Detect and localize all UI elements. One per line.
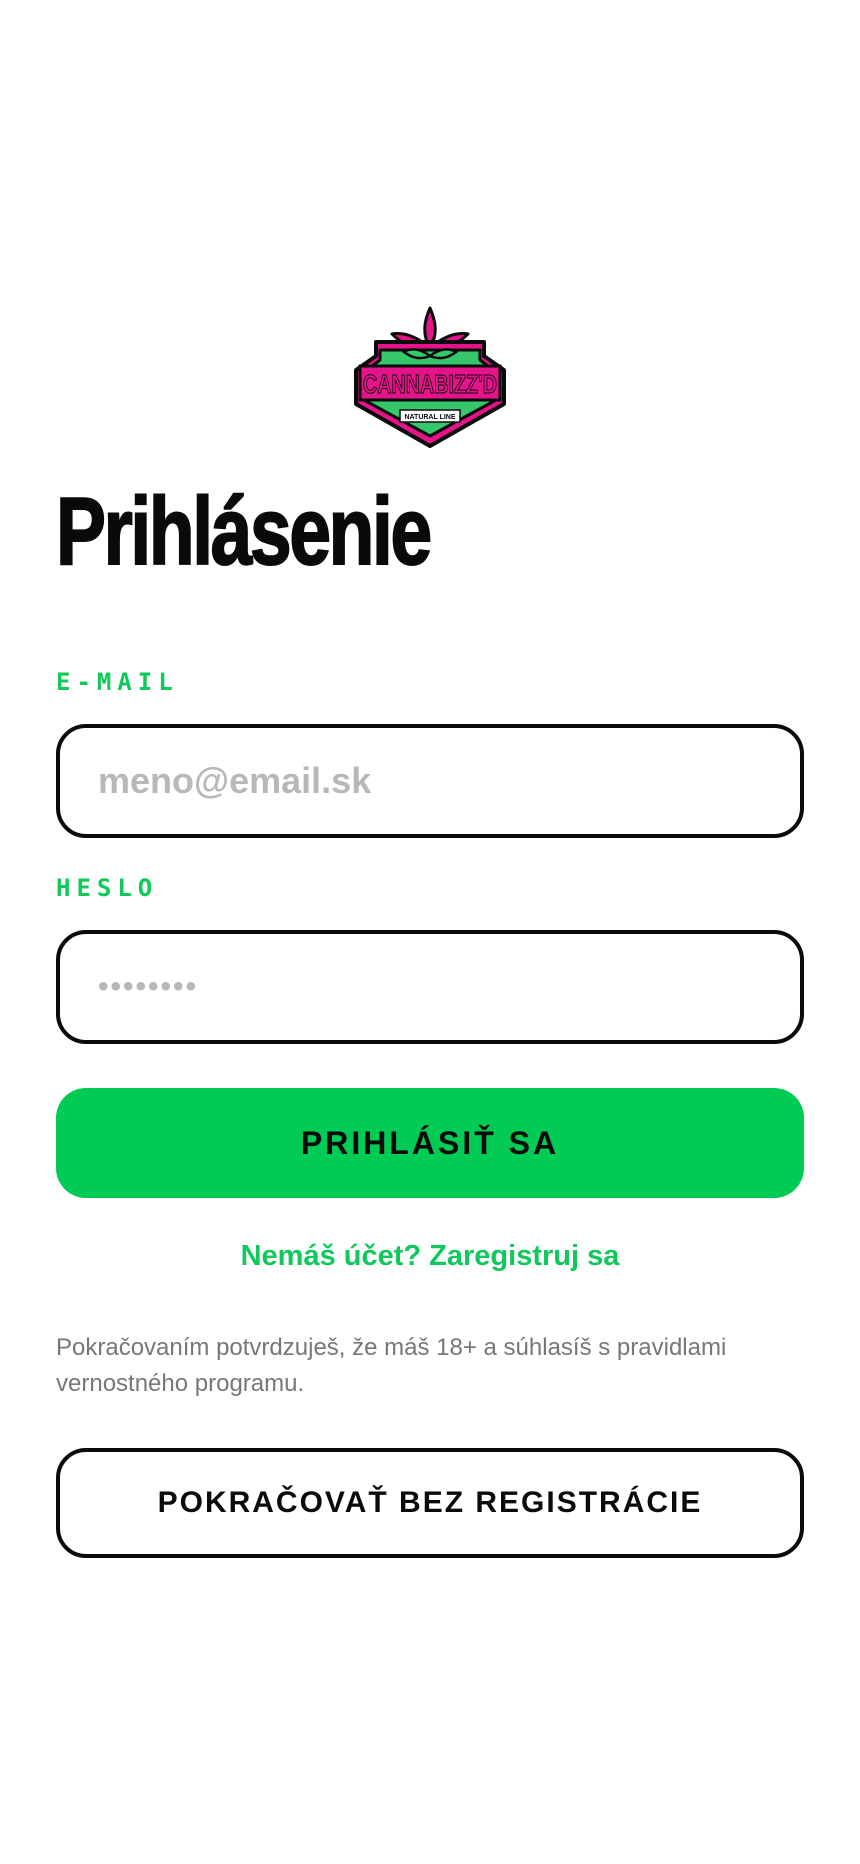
cannabis-leaf-logo-icon: CANNABIZZ'D NATURAL LINE [354, 306, 506, 448]
email-placeholder: meno@email.sk [98, 760, 372, 801]
age-consent-disclaimer: Pokračovaním potvrdzuješ, že máš 18+ a s… [56, 1334, 727, 1397]
register-link[interactable]: Nemáš účet? Zaregistruj sa [0, 1240, 860, 1273]
continue-without-registration-button[interactable]: POKRAČOVAŤ BEZ REGISTRÁCIE [56, 1448, 804, 1558]
page-title: Prihlásenie [55, 478, 433, 585]
svg-text:NATURAL LINE: NATURAL LINE [404, 414, 455, 421]
login-screen: CANNABIZZ'D NATURAL LINE Prihlásenie E-M… [0, 0, 860, 1864]
brand-logo: CANNABIZZ'D NATURAL LINE [350, 304, 510, 450]
password-label: HESLO [56, 874, 159, 902]
email-field[interactable]: meno@email.sk [56, 724, 804, 838]
password-field[interactable]: •••••••• [56, 930, 804, 1044]
svg-text:CANNABIZZ'D: CANNABIZZ'D [363, 369, 497, 399]
email-label: E-MAIL [56, 668, 179, 696]
login-button[interactable]: PRIHLÁSIŤ SA [56, 1088, 804, 1198]
password-placeholder: •••••••• [98, 970, 199, 1003]
